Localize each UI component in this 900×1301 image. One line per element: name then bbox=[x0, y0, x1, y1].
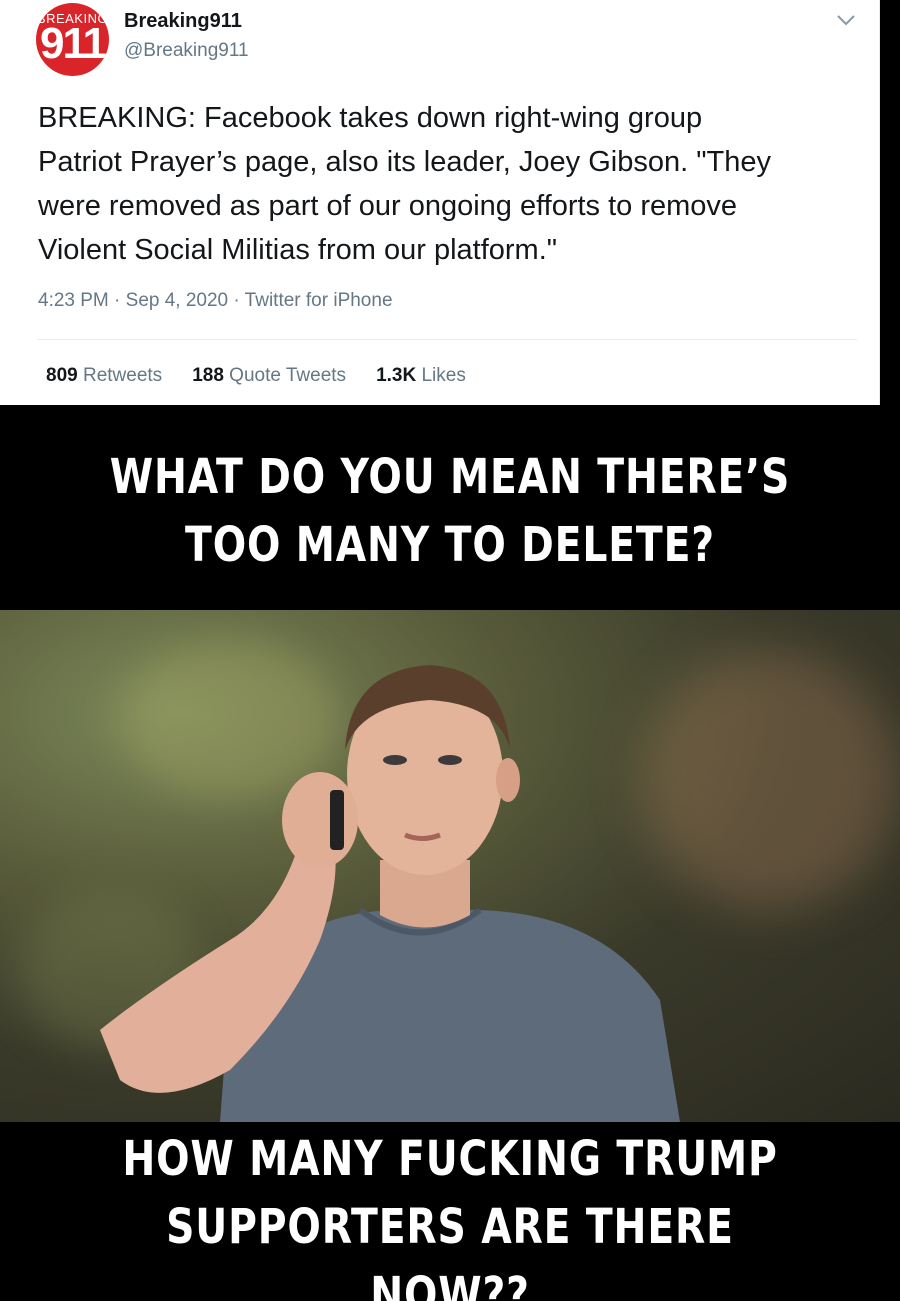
meme-photo bbox=[0, 610, 900, 1122]
retweets-stat[interactable]: 809 Retweets bbox=[46, 365, 162, 387]
meme-caption-line: TOO MANY TO DELETE? bbox=[185, 517, 715, 573]
avatar-logo-number: 911 bbox=[40, 19, 107, 68]
likes-stat[interactable]: 1.3K Likes bbox=[376, 365, 466, 387]
tweet-text-line: BREAKING: Facebook takes down right-wing… bbox=[38, 102, 703, 134]
person-on-phone-illustration bbox=[100, 665, 680, 1122]
tweet-timestamp[interactable]: 4:23 PM · Sep 4, 2020 · Twitter for iPho… bbox=[38, 290, 393, 312]
likes-label: Likes bbox=[421, 365, 466, 386]
meme-caption-line: SUPPORTERS ARE THERE NOW?? bbox=[166, 1199, 734, 1301]
quote-tweets-stat[interactable]: 188 Quote Tweets bbox=[192, 365, 346, 387]
chevron-down-icon[interactable] bbox=[832, 6, 860, 34]
quote-tweets-label: Quote Tweets bbox=[229, 365, 347, 386]
tweet-text: BREAKING: Facebook takes down right-wing… bbox=[38, 96, 858, 272]
meme-top-caption: WHAT DO YOU MEAN THERE’S TOO MANY TO DEL… bbox=[81, 443, 819, 579]
user-handle[interactable]: @Breaking911 bbox=[124, 40, 249, 62]
tweet-card[interactable]: BREAKING 911 Breaking911 @Breaking911 BR… bbox=[0, 0, 880, 405]
tweet-stats: 809 Retweets 188 Quote Tweets 1.3K Likes bbox=[46, 365, 466, 387]
retweets-label: Retweets bbox=[82, 365, 163, 386]
retweets-count: 809 bbox=[46, 365, 78, 386]
divider bbox=[38, 339, 857, 340]
tweet-text-line: Violent Social Militias from our platfor… bbox=[38, 234, 558, 266]
tweet-text-line: Patriot Prayer’s page, also its leader, … bbox=[38, 146, 771, 178]
display-name[interactable]: Breaking911 bbox=[124, 10, 242, 33]
likes-count: 1.3K bbox=[376, 365, 417, 386]
meme-bottom-caption: HOW MANY FUCKING TRUMP SUPPORTERS ARE TH… bbox=[81, 1125, 819, 1301]
avatar[interactable]: BREAKING 911 bbox=[36, 3, 109, 76]
meme-image[interactable]: WHAT DO YOU MEAN THERE’S TOO MANY TO DEL… bbox=[0, 405, 900, 1301]
meme-caption-line: WHAT DO YOU MEAN THERE’S bbox=[109, 449, 791, 505]
tweet-text-line: were removed as part of our ongoing effo… bbox=[38, 190, 738, 222]
quote-tweets-count: 188 bbox=[192, 365, 224, 386]
meme-caption-line: HOW MANY FUCKING TRUMP bbox=[122, 1131, 778, 1187]
